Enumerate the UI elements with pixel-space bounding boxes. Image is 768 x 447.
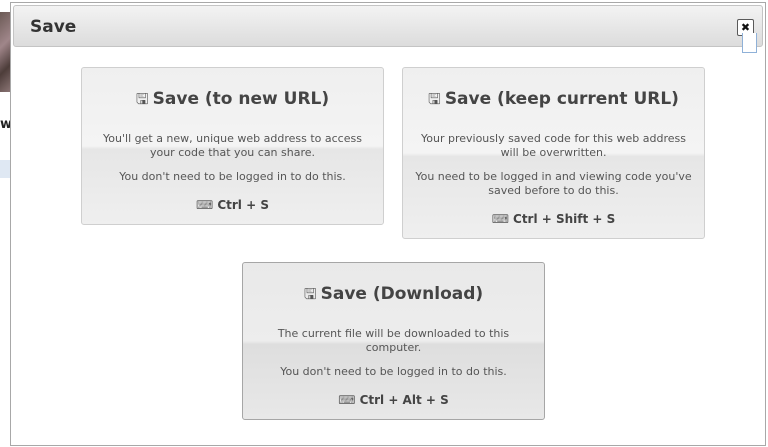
option-description: The current file will be downloaded to t… — [277, 327, 510, 354]
option-description: Your previously saved code for this web … — [421, 132, 686, 159]
option-description: You'll get a new, unique web address to … — [103, 132, 362, 159]
floppy-disk-icon: 🖫 — [303, 285, 317, 303]
floppy-disk-icon: 🖫 — [135, 90, 149, 108]
save-new-url-option[interactable]: 🖫 Save (to new URL) You'll get a new, uni… — [81, 67, 384, 225]
save-download-option[interactable]: 🖫 Save (Download) The current file will b… — [242, 262, 545, 420]
keyboard-icon: ⌨ — [196, 198, 214, 212]
dialog-titlebar: Save ✖ — [13, 5, 763, 47]
option-note: You need to be logged in and viewing cod… — [415, 170, 692, 197]
option-shortcut: ⌨ Ctrl + Alt + S — [338, 393, 449, 407]
close-focus-outline — [742, 33, 757, 53]
option-title: 🖫 Save (to new URL) — [135, 89, 330, 109]
option-shortcut: ⌨ Ctrl + Shift + S — [491, 212, 616, 226]
keyboard-icon: ⌨ — [338, 393, 356, 407]
save-dialog: Save ✖ 🖫 Save (to new URL) You'll get a n… — [10, 2, 766, 446]
floppy-disk-icon: 🖫 — [428, 90, 441, 108]
keyboard-icon: ⌨ — [491, 212, 510, 226]
option-note: You don't need to be logged in to do thi… — [280, 365, 507, 378]
dialog-title: Save — [30, 17, 77, 37]
background-highlight — [0, 160, 10, 178]
option-title: 🖫 Save (Download) — [303, 284, 484, 304]
save-keep-url-option[interactable]: 🖫 Save (keep current URL) Your previously… — [402, 67, 705, 239]
background-thumbnail — [0, 12, 10, 92]
option-shortcut: ⌨ Ctrl + S — [196, 198, 269, 212]
option-note: You don't need to be logged in to do thi… — [119, 170, 346, 183]
option-title: 🖫 Save (keep current URL) — [428, 89, 679, 109]
